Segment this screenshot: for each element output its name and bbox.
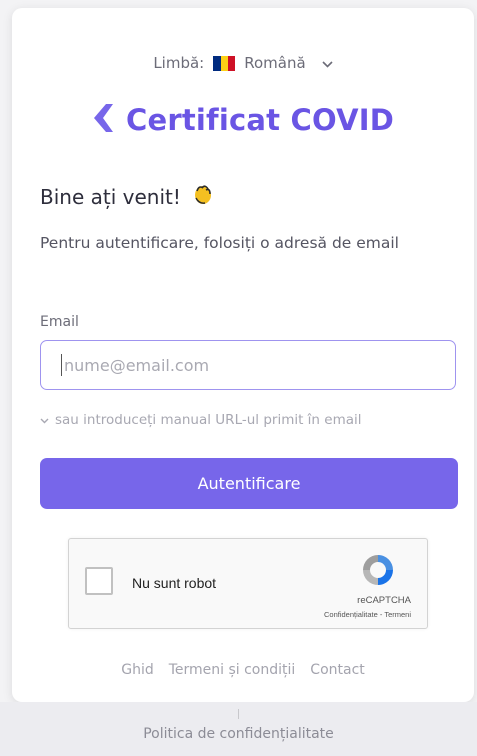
privacy-policy-link[interactable]: Politica de confidențialitate (0, 726, 477, 742)
language-selector[interactable]: Limbă: Română (12, 54, 474, 72)
chevron-down-icon (322, 57, 333, 72)
language-label: Limbă: (153, 54, 205, 72)
romania-flag-icon (213, 55, 236, 71)
email-placeholder: nume@email.com (64, 355, 210, 375)
login-card: Limbă: Română Certificat COVID Bine ați … (12, 8, 474, 702)
recaptcha-widget: Nu sunt robot reCAPTCHA Confidențialitat… (68, 538, 428, 629)
footer-guide-link[interactable]: Ghid (121, 662, 154, 678)
bottom-divider (238, 709, 239, 719)
brand-header: Certificat COVID (12, 103, 474, 137)
email-field[interactable]: nume@email.com (40, 340, 456, 390)
brand-logo-icon (92, 103, 114, 137)
manual-url-label: sau introduceți manual URL-ul primit în … (55, 412, 362, 428)
recaptcha-brand: reCAPTCHA (357, 595, 411, 606)
text-cursor (61, 354, 62, 376)
footer-terms-link[interactable]: Termeni și condiții (169, 662, 296, 678)
brand-title: Certificat COVID (126, 103, 394, 137)
welcome-title: Bine ați venit! (40, 184, 181, 209)
recaptcha-checkbox[interactable] (85, 567, 113, 595)
language-value: Română (244, 54, 306, 72)
chevron-down-icon (40, 412, 49, 428)
welcome-heading: Bine ați venit! (40, 182, 215, 211)
login-button[interactable]: Autentificare (40, 458, 458, 509)
login-description: Pentru autentificare, folosiți o adresă … (40, 234, 399, 252)
email-label: Email (40, 314, 79, 330)
footer-links: Ghid Termeni și condiții Contact (12, 662, 474, 678)
recaptcha-privacy-terms[interactable]: Confidențialitate - Termeni (324, 610, 411, 619)
recaptcha-label: Nu sunt robot (132, 575, 217, 591)
footer-contact-link[interactable]: Contact (310, 662, 364, 678)
recaptcha-icon (359, 551, 397, 593)
manual-url-toggle[interactable]: sau introduceți manual URL-ul primit în … (40, 412, 362, 428)
waving-hand-icon (191, 182, 215, 211)
